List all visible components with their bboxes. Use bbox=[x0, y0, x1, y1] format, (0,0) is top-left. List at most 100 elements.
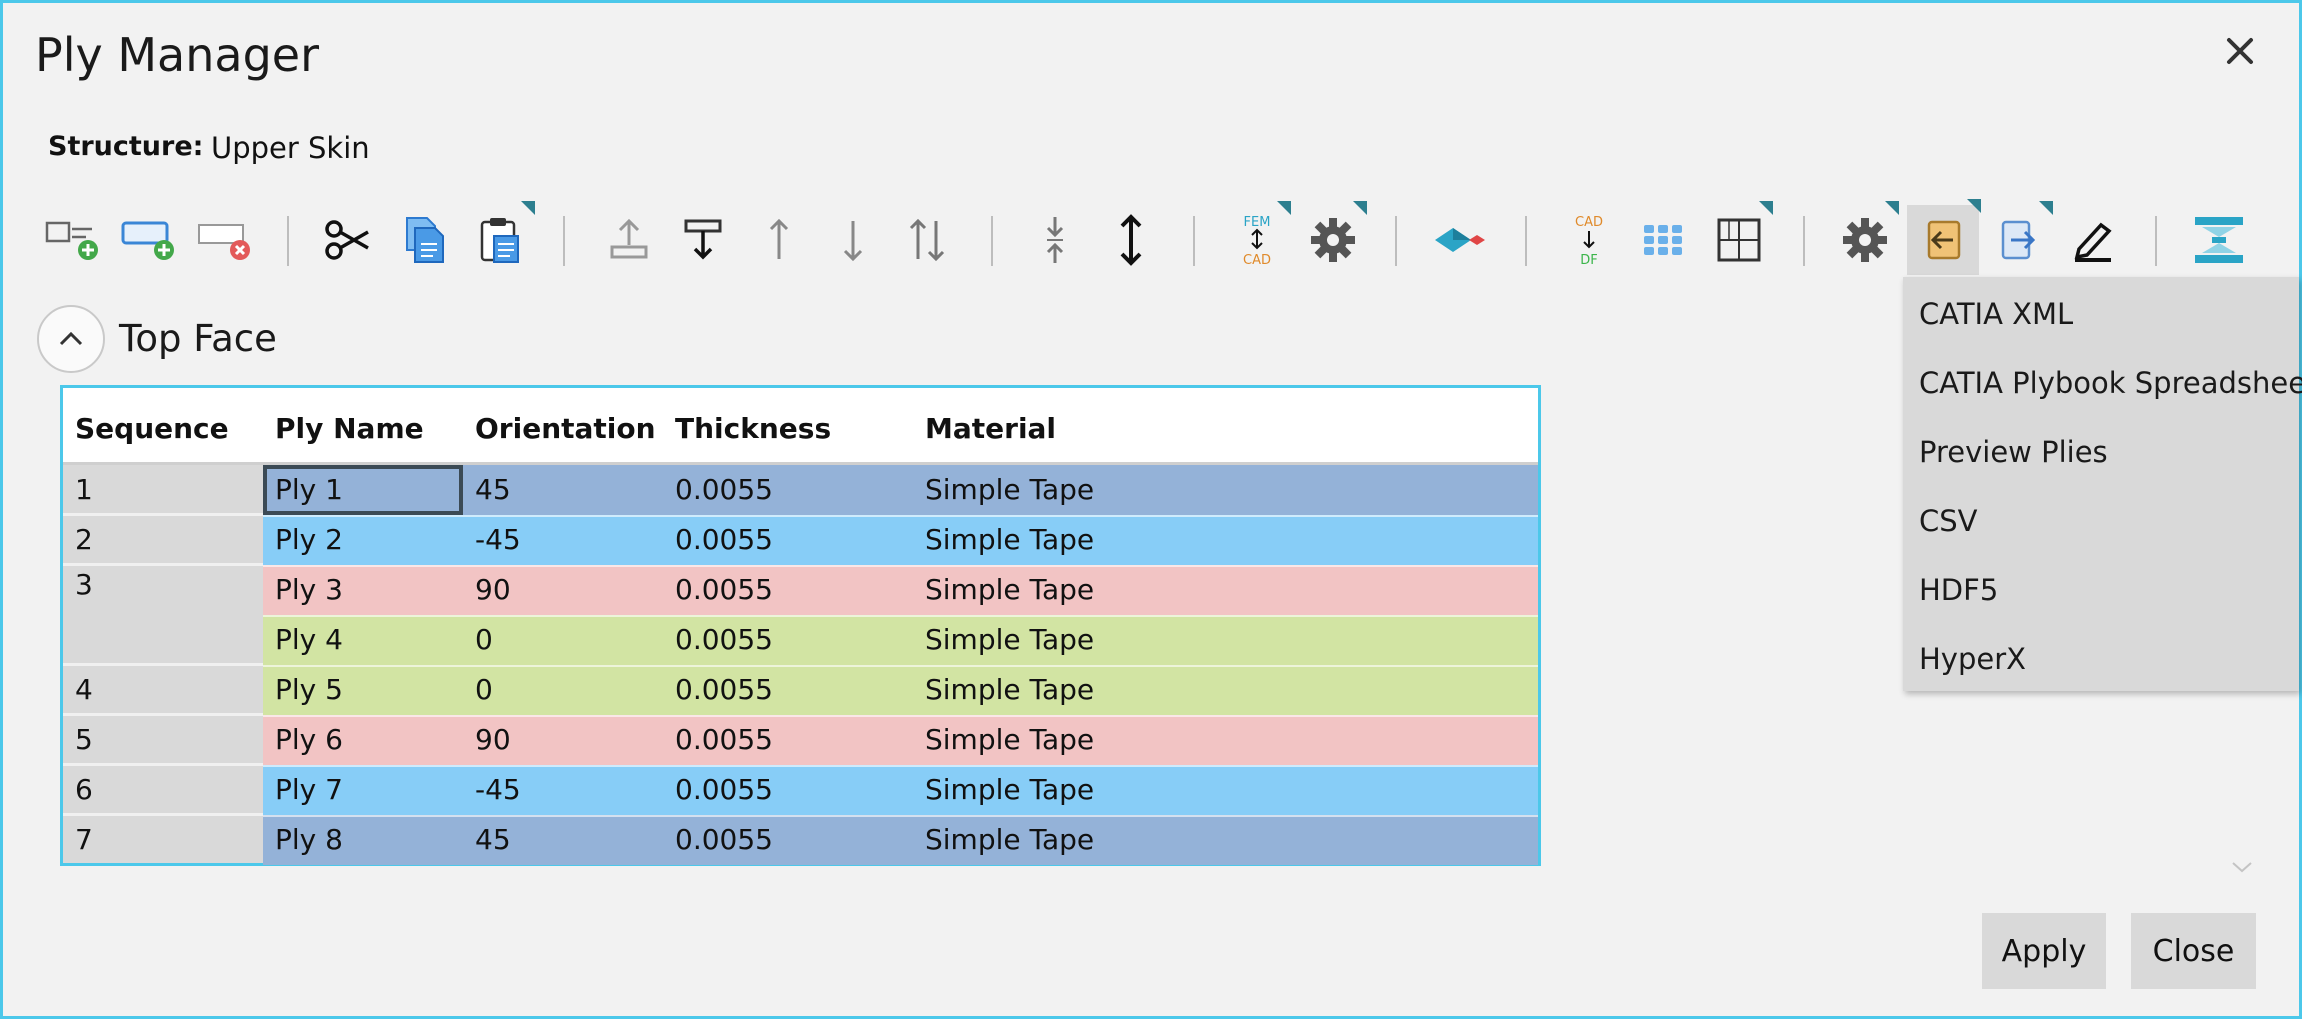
move-to-bottom-icon[interactable] bbox=[671, 207, 735, 273]
ply-name-cell[interactable]: Ply 3 bbox=[263, 565, 463, 615]
apply-button[interactable]: Apply bbox=[1982, 913, 2106, 989]
thickness-cell[interactable]: 0.0055 bbox=[663, 515, 913, 565]
toolbar-separator bbox=[991, 216, 993, 266]
material-cell[interactable]: Simple Tape bbox=[913, 665, 1538, 715]
orientation-cell[interactable]: -45 bbox=[463, 765, 663, 815]
toolbar-separator bbox=[1193, 216, 1195, 266]
row-divider bbox=[263, 615, 1538, 617]
move-to-top-icon[interactable] bbox=[597, 207, 661, 273]
ply-name-cell[interactable]: Ply 4 bbox=[263, 615, 463, 665]
layout-icon[interactable] bbox=[1707, 201, 1773, 273]
cad-label: CAD bbox=[1243, 253, 1271, 268]
grid-icon[interactable] bbox=[1631, 207, 1695, 273]
column-header-orientation[interactable]: Orientation bbox=[475, 412, 656, 445]
ply-name-cell[interactable]: Ply 2 bbox=[263, 515, 463, 565]
table-row[interactable]: Ply 7 -45 0.0055 Simple Tape bbox=[63, 765, 1538, 815]
toolbar-separator bbox=[563, 216, 565, 266]
orientation-cell[interactable]: -45 bbox=[463, 515, 663, 565]
edit-icon[interactable] bbox=[2061, 207, 2125, 273]
remove-icon[interactable] bbox=[193, 207, 257, 273]
ply-name-cell[interactable]: Ply 5 bbox=[263, 665, 463, 715]
move-down-icon[interactable] bbox=[821, 207, 885, 273]
import-icon[interactable] bbox=[1907, 199, 1981, 275]
stack-icon[interactable] bbox=[2187, 207, 2251, 273]
export-icon[interactable] bbox=[1987, 201, 2053, 273]
add-ply-icon[interactable] bbox=[41, 207, 105, 273]
thickness-cell[interactable]: 0.0055 bbox=[663, 465, 913, 515]
move-up-icon[interactable] bbox=[747, 207, 811, 273]
table-row[interactable]: Ply 5 0 0.0055 Simple Tape bbox=[63, 665, 1538, 715]
expand-icon[interactable] bbox=[1099, 207, 1163, 273]
close-icon[interactable] bbox=[2218, 29, 2262, 73]
thickness-cell[interactable]: 0.0055 bbox=[663, 665, 913, 715]
settings-icon[interactable] bbox=[1833, 201, 1899, 273]
thickness-cell[interactable]: 0.0055 bbox=[663, 565, 913, 615]
material-cell[interactable]: Simple Tape bbox=[913, 565, 1538, 615]
table-row[interactable]: Ply 1 45 0.0055 Simple Tape bbox=[63, 465, 1538, 515]
material-cell[interactable]: Simple Tape bbox=[913, 765, 1538, 815]
toolbar-separator bbox=[1395, 216, 1397, 266]
table-row[interactable]: Ply 4 0 0.0055 Simple Tape bbox=[63, 615, 1538, 665]
swap-icon[interactable] bbox=[895, 207, 959, 273]
copy-icon[interactable] bbox=[393, 207, 457, 273]
menu-item-catia-plybook-spreadsheet[interactable]: CATIA Plybook Spreadsheet bbox=[1919, 366, 2302, 400]
section-title: Top Face bbox=[119, 317, 277, 360]
ply-name-cell[interactable]: Ply 6 bbox=[263, 715, 463, 765]
orientation-cell[interactable]: 45 bbox=[463, 815, 663, 865]
table-row[interactable]: Ply 6 90 0.0055 Simple Tape bbox=[63, 715, 1538, 765]
collapse-button[interactable] bbox=[37, 305, 105, 373]
table-row[interactable]: Ply 3 90 0.0055 Simple Tape bbox=[63, 565, 1538, 615]
structure-value: Upper Skin bbox=[211, 131, 370, 165]
thickness-cell[interactable]: 0.0055 bbox=[663, 615, 913, 665]
material-cell[interactable]: Simple Tape bbox=[913, 465, 1538, 515]
add-sequence-icon[interactable] bbox=[117, 207, 181, 273]
menu-item-csv[interactable]: CSV bbox=[1919, 504, 1978, 538]
material-cell[interactable]: Simple Tape bbox=[913, 815, 1538, 865]
material-cell[interactable]: Simple Tape bbox=[913, 715, 1538, 765]
thickness-cell[interactable]: 0.0055 bbox=[663, 715, 913, 765]
orientation-cell[interactable]: 90 bbox=[463, 715, 663, 765]
row-divider bbox=[263, 565, 1538, 567]
ply-table: Sequence Ply Name Orientation Thickness … bbox=[60, 385, 1541, 866]
close-button[interactable]: Close bbox=[2131, 913, 2256, 989]
paste-icon[interactable] bbox=[469, 201, 535, 273]
ply-manager-window: Ply Manager Structure: Upper Skin FEM CA… bbox=[0, 0, 2302, 1019]
material-cell[interactable]: Simple Tape bbox=[913, 515, 1538, 565]
toolbar-separator bbox=[2155, 216, 2157, 266]
projection-icon[interactable] bbox=[1427, 207, 1491, 273]
cut-icon[interactable] bbox=[319, 207, 383, 273]
ply-name-cell[interactable]: Ply 7 bbox=[263, 765, 463, 815]
toolbar-separator bbox=[287, 216, 289, 266]
import-dropdown-menu: CATIA XML CATIA Plybook Spreadsheet Prev… bbox=[1903, 277, 2302, 691]
fem-cad-icon[interactable]: FEM CAD bbox=[1225, 201, 1291, 273]
table-row[interactable]: Ply 2 -45 0.0055 Simple Tape bbox=[63, 515, 1538, 565]
column-header-ply-name[interactable]: Ply Name bbox=[275, 412, 424, 445]
menu-item-preview-plies[interactable]: Preview Plies bbox=[1919, 435, 2108, 469]
row-divider bbox=[263, 665, 1538, 667]
ply-name-cell[interactable]: Ply 8 bbox=[263, 815, 463, 865]
orientation-cell[interactable]: 0 bbox=[463, 665, 663, 715]
column-header-sequence[interactable]: Sequence bbox=[75, 412, 229, 445]
menu-item-catia-xml[interactable]: CATIA XML bbox=[1919, 297, 2073, 331]
orientation-cell[interactable]: 90 bbox=[463, 565, 663, 615]
df-label: DF bbox=[1580, 253, 1598, 268]
orientation-cell[interactable]: 45 bbox=[463, 465, 663, 515]
column-header-material[interactable]: Material bbox=[925, 412, 1056, 445]
material-cell[interactable]: Simple Tape bbox=[913, 615, 1538, 665]
thickness-cell[interactable]: 0.0055 bbox=[663, 815, 913, 865]
orientation-cell[interactable]: 0 bbox=[463, 615, 663, 665]
chevron-down-icon[interactable] bbox=[2231, 859, 2253, 878]
column-header-thickness[interactable]: Thickness bbox=[675, 412, 831, 445]
toolbar-separator bbox=[1803, 216, 1805, 266]
menu-item-hyperx[interactable]: HyperX bbox=[1919, 642, 2026, 676]
menu-item-hdf5[interactable]: HDF5 bbox=[1919, 573, 1998, 607]
table-row[interactable]: Ply 8 45 0.0055 Simple Tape bbox=[63, 815, 1538, 865]
row-divider bbox=[263, 515, 1538, 517]
row-divider bbox=[263, 765, 1538, 767]
compress-icon[interactable] bbox=[1023, 207, 1087, 273]
thickness-cell[interactable]: 0.0055 bbox=[663, 765, 913, 815]
ply-name-cell[interactable]: Ply 1 bbox=[263, 465, 463, 515]
structure-label: Structure: bbox=[48, 131, 204, 162]
settings-icon[interactable] bbox=[1301, 201, 1367, 273]
cad-df-icon[interactable]: CAD DF bbox=[1557, 207, 1621, 273]
